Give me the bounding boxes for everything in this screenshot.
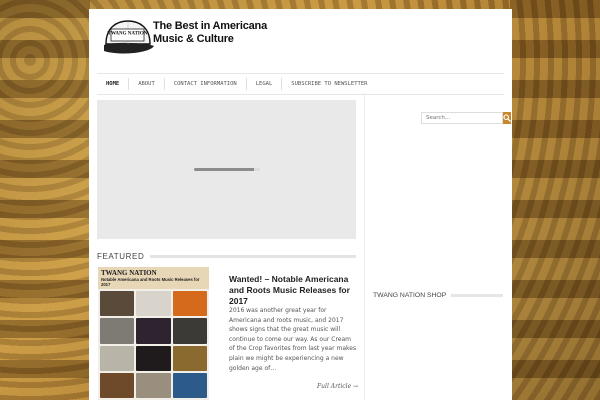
album-cover — [136, 291, 171, 317]
album-cover — [136, 345, 171, 371]
post-title[interactable]: Wanted! – Notable Americana and Roots Mu… — [229, 274, 357, 307]
search-input[interactable] — [421, 112, 503, 124]
shop-widget-heading: TWANG NATION SHOP — [373, 292, 503, 299]
album-grid — [100, 291, 207, 398]
nav-item-legal[interactable]: LEGAL — [247, 78, 283, 90]
thumbnail-banner: TWANG NATION Notable Americana and Roots… — [98, 267, 209, 289]
featured-rule — [150, 254, 356, 258]
album-cover — [172, 318, 207, 344]
nav-item-subscribe[interactable]: SUBSCRIBE TO NEWSLETTER — [282, 78, 376, 90]
thumbnail-caption: Notable Americana and Roots Music Releas… — [101, 277, 200, 287]
album-cover — [136, 318, 171, 344]
thumbnail-brand: TWANG NATION — [101, 269, 157, 277]
album-cover — [100, 318, 135, 344]
video-player[interactable] — [97, 100, 356, 239]
shop-widget-rule — [451, 294, 503, 297]
column-divider — [364, 93, 365, 400]
site-title-line1: The Best in Americana — [153, 20, 267, 32]
nav-item-about[interactable]: ABOUT — [129, 78, 165, 90]
logo-word-1: TWANG NATION — [108, 32, 148, 37]
nav-item-contact[interactable]: CONTACT INFORMATION — [165, 78, 247, 90]
search-icon — [503, 114, 511, 122]
featured-title: FEATURED — [97, 251, 145, 261]
search-form — [421, 112, 511, 124]
album-cover — [136, 372, 171, 398]
featured-thumbnail[interactable]: TWANG NATION Notable Americana and Roots… — [98, 267, 209, 400]
shop-widget-title: TWANG NATION SHOP — [373, 292, 447, 299]
album-cover — [172, 372, 207, 398]
search-button[interactable] — [503, 112, 511, 124]
read-more-link[interactable]: Full Article → — [317, 383, 358, 390]
album-cover — [172, 345, 207, 371]
post-excerpt: 2016 was another great year for American… — [229, 307, 357, 372]
site-header: TWANG NATION The Best in Americana Music… — [89, 9, 512, 71]
album-cover — [100, 345, 135, 371]
site-title-line2: Music & Culture — [153, 33, 234, 45]
loading-bar — [194, 168, 260, 171]
site-title[interactable]: The Best in Americana Music & Culture — [153, 20, 267, 46]
page-container: TWANG NATION The Best in Americana Music… — [89, 9, 512, 400]
featured-section-heading: FEATURED — [97, 250, 356, 262]
album-cover — [100, 291, 135, 317]
album-cover — [100, 372, 135, 398]
trucker-hat-logo-icon[interactable]: TWANG NATION — [100, 18, 155, 58]
nav-item-home[interactable]: HOME — [97, 78, 130, 90]
album-cover — [172, 291, 207, 317]
main-nav: HOME ABOUT CONTACT INFORMATION LEGAL SUB… — [97, 73, 504, 95]
